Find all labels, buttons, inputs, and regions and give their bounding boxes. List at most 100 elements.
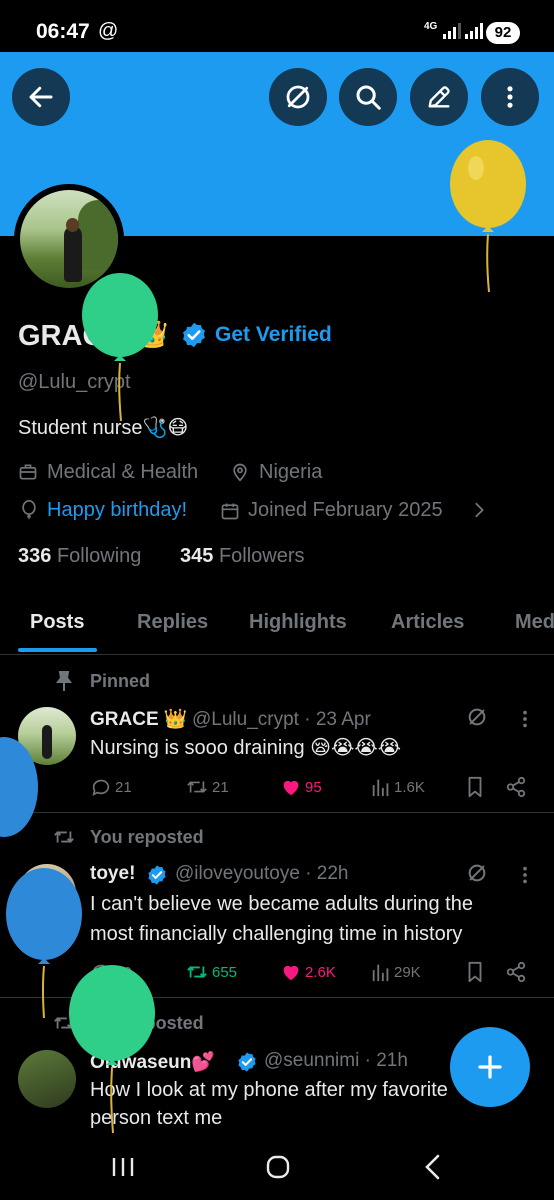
tab-media[interactable]: Media bbox=[515, 611, 554, 634]
post-meta: @seunnimi · 21h bbox=[264, 1050, 408, 1071]
reply-icon bbox=[92, 779, 110, 796]
profile-avatar[interactable] bbox=[14, 184, 124, 294]
like-button[interactable]: 95 bbox=[280, 776, 322, 798]
share-icon[interactable] bbox=[505, 961, 527, 983]
post-avatar[interactable] bbox=[18, 707, 76, 765]
more-icon bbox=[507, 86, 513, 108]
reply-count: 21 bbox=[115, 778, 132, 796]
post-text-line-2: most financially challenging time in his… bbox=[90, 923, 463, 945]
tab-articles[interactable]: Articles bbox=[391, 611, 464, 634]
back-arrow-icon bbox=[29, 86, 53, 108]
grok-button[interactable] bbox=[269, 68, 327, 126]
followers-count[interactable]: 345 Followers bbox=[180, 545, 305, 568]
recent-apps-icon[interactable] bbox=[110, 1155, 136, 1179]
chevron-right-icon[interactable] bbox=[471, 501, 487, 519]
like-count: 95 bbox=[305, 778, 322, 796]
profile-location: Nigeria bbox=[259, 461, 323, 483]
views-count: 1.6K bbox=[394, 778, 425, 796]
battery-level: 92 bbox=[486, 22, 520, 44]
more-icon[interactable] bbox=[516, 708, 534, 730]
network-type: 4G bbox=[424, 21, 438, 32]
following-number: 336 bbox=[18, 545, 52, 567]
repost-icon bbox=[54, 1017, 74, 1029]
following-count[interactable]: 336 Following bbox=[18, 545, 141, 568]
share-icon[interactable] bbox=[505, 776, 527, 798]
post-avatar[interactable] bbox=[18, 1050, 76, 1108]
tabs-divider bbox=[0, 654, 554, 655]
repost-count: 655 bbox=[212, 963, 238, 981]
post-author[interactable]: Oluwaseun💕 bbox=[90, 1052, 215, 1073]
verified-icon[interactable] bbox=[180, 321, 208, 349]
grok-icon bbox=[286, 85, 310, 109]
profile-handle: @Lulu_crypt bbox=[18, 371, 131, 393]
like-button[interactable]: 2.6K bbox=[280, 961, 336, 983]
bookmark-icon[interactable] bbox=[466, 776, 484, 798]
like-count: 2.6K bbox=[305, 963, 336, 981]
repost-icon bbox=[187, 781, 207, 793]
repost-icon bbox=[54, 831, 74, 843]
more-button[interactable] bbox=[481, 68, 539, 126]
post-text-line-1: I can't believe we became adults during … bbox=[90, 893, 473, 915]
profile-category[interactable]: Medical & Health bbox=[47, 461, 198, 484]
repost-button[interactable]: 21 bbox=[185, 776, 229, 798]
birthday-link[interactable]: Happy birthday! bbox=[47, 499, 187, 522]
repost-button[interactable]: 655 bbox=[185, 961, 237, 983]
reposted-label: You reposted bbox=[90, 1013, 204, 1033]
post-text-line-2: person text me bbox=[90, 1107, 223, 1129]
like-icon bbox=[283, 965, 299, 981]
profile-joined: Joined February 2025 bbox=[248, 499, 443, 521]
active-tab-indicator bbox=[18, 648, 97, 652]
profile-name: GRACE bbox=[18, 320, 123, 352]
views-count: 29K bbox=[394, 963, 421, 981]
post-divider bbox=[0, 997, 554, 998]
like-icon bbox=[283, 780, 299, 796]
back-nav-icon[interactable] bbox=[422, 1153, 444, 1181]
tab-replies[interactable]: Replies bbox=[137, 611, 208, 634]
signal-icon bbox=[443, 23, 461, 39]
profile-bio: Student nurse🩺😷 bbox=[18, 417, 189, 439]
post-text-line-1: How I look at my phone after my favorite bbox=[90, 1079, 448, 1101]
tab-posts[interactable]: Posts bbox=[30, 611, 84, 634]
plus-icon bbox=[478, 1055, 502, 1079]
views-button[interactable]: 1.6K bbox=[371, 776, 425, 798]
reply-button[interactable]: 60 bbox=[90, 961, 132, 983]
grok-icon[interactable] bbox=[466, 862, 488, 884]
more-icon[interactable] bbox=[516, 864, 534, 886]
grok-icon[interactable] bbox=[466, 706, 488, 728]
status-time: 06:47 bbox=[36, 20, 90, 43]
post-header: GRACE 👑 @Lulu_crypt · 23 Apr bbox=[90, 707, 371, 731]
search-icon bbox=[356, 85, 381, 110]
views-button[interactable]: 29K bbox=[371, 961, 421, 983]
search-button[interactable] bbox=[339, 68, 397, 126]
location-icon bbox=[233, 463, 247, 482]
post-header: Oluwaseun💕 bbox=[90, 1050, 215, 1074]
get-verified-link[interactable]: Get Verified bbox=[215, 323, 332, 347]
calendar-icon bbox=[221, 503, 239, 520]
post-author[interactable]: toye! bbox=[90, 863, 135, 884]
post-header: toye! bbox=[90, 863, 135, 885]
home-icon[interactable] bbox=[265, 1154, 291, 1180]
followers-number: 345 bbox=[180, 545, 214, 567]
edit-icon bbox=[428, 86, 450, 108]
edit-button[interactable] bbox=[410, 68, 468, 126]
pinned-label: Pinned bbox=[90, 671, 151, 691]
repost-count: 21 bbox=[212, 778, 229, 796]
crown-emoji: 👑 bbox=[136, 319, 169, 349]
repost-icon bbox=[187, 966, 207, 978]
following-label: Following bbox=[56, 545, 142, 567]
views-icon bbox=[372, 779, 389, 797]
reply-button[interactable]: 21 bbox=[90, 776, 132, 798]
balloon-icon bbox=[22, 500, 36, 520]
tab-highlights[interactable]: Highlights bbox=[249, 611, 347, 634]
bookmark-icon[interactable] bbox=[466, 961, 484, 983]
back-button[interactable] bbox=[12, 68, 70, 126]
post-text: Nursing is sooo draining 😪😭😭😭 bbox=[90, 737, 402, 759]
post-divider bbox=[0, 812, 554, 813]
post-avatar[interactable] bbox=[18, 864, 76, 922]
verified-icon bbox=[238, 1052, 256, 1072]
post-author[interactable]: GRACE 👑 bbox=[90, 709, 188, 730]
verified-icon bbox=[148, 865, 166, 885]
compose-button[interactable] bbox=[450, 1027, 530, 1107]
reply-icon bbox=[92, 964, 110, 981]
post-meta: @iloveyoutoye · 22h bbox=[175, 863, 349, 884]
